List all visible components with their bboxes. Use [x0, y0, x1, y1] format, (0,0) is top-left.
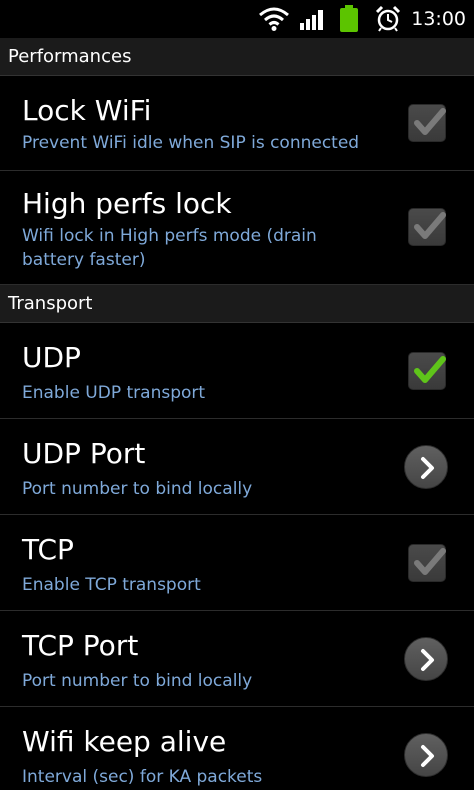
battery-icon — [340, 5, 358, 32]
pref-tcp-port[interactable]: TCP Port Port number to bind locally — [0, 611, 474, 707]
high-perfs-lock-checkbox[interactable] — [408, 208, 446, 246]
udp-checkbox[interactable] — [408, 352, 446, 390]
signal-icon — [300, 10, 323, 30]
wifi-keep-alive-open-button[interactable] — [404, 733, 448, 777]
checkmark-icon — [414, 548, 446, 575]
lock-wifi-checkbox[interactable] — [408, 104, 446, 142]
pref-title: High perfs lock — [22, 187, 232, 220]
tcp-port-open-button[interactable] — [404, 637, 448, 681]
pref-summary: Enable TCP transport — [22, 575, 201, 595]
status-bar: 13:00 — [0, 0, 474, 38]
pref-title: UDP — [22, 341, 81, 374]
pref-wifi-keep-alive[interactable]: Wifi keep alive Interval (sec) for KA pa… — [0, 707, 474, 790]
chevron-right-icon — [421, 649, 434, 671]
pref-udp[interactable]: UDP Enable UDP transport — [0, 323, 474, 419]
pref-summary: Port number to bind locally — [22, 671, 253, 691]
pref-udp-port[interactable]: UDP Port Port number to bind locally — [0, 419, 474, 515]
pref-summary: Prevent WiFi idle when SIP is connected — [22, 133, 360, 153]
tcp-checkbox[interactable] — [408, 544, 446, 582]
pref-title: Wifi keep alive — [22, 725, 227, 758]
chevron-right-icon — [421, 457, 434, 479]
pref-tcp[interactable]: TCP Enable TCP transport — [0, 515, 474, 611]
pref-summary: Enable UDP transport — [22, 383, 206, 403]
pref-summary: Interval (sec) for KA packets — [22, 767, 263, 787]
clock-time: 13:00 — [411, 8, 466, 30]
pref-summary: Wifi lock in High perfs mode (drain batt… — [22, 226, 317, 270]
wifi-icon — [259, 7, 289, 31]
section-header-performances: Performances — [0, 38, 474, 76]
pref-title: UDP Port — [22, 437, 146, 470]
preferences-list[interactable]: Performances Lock WiFi Prevent WiFi idle… — [0, 38, 474, 790]
section-header-transport: Transport — [0, 285, 474, 323]
pref-title: Lock WiFi — [22, 94, 152, 127]
checkmark-icon — [414, 108, 446, 135]
chevron-right-icon — [421, 745, 434, 767]
alarm-icon — [375, 5, 401, 32]
pref-title: TCP Port — [22, 629, 139, 662]
pref-summary: Port number to bind locally — [22, 479, 253, 499]
pref-lock-wifi[interactable]: Lock WiFi Prevent WiFi idle when SIP is … — [0, 76, 474, 171]
checkmark-icon — [414, 212, 446, 239]
udp-port-open-button[interactable] — [404, 445, 448, 489]
pref-high-perfs-lock[interactable]: High perfs lock Wifi lock in High perfs … — [0, 171, 474, 285]
pref-title: TCP — [22, 533, 74, 566]
checkmark-icon — [414, 356, 446, 383]
